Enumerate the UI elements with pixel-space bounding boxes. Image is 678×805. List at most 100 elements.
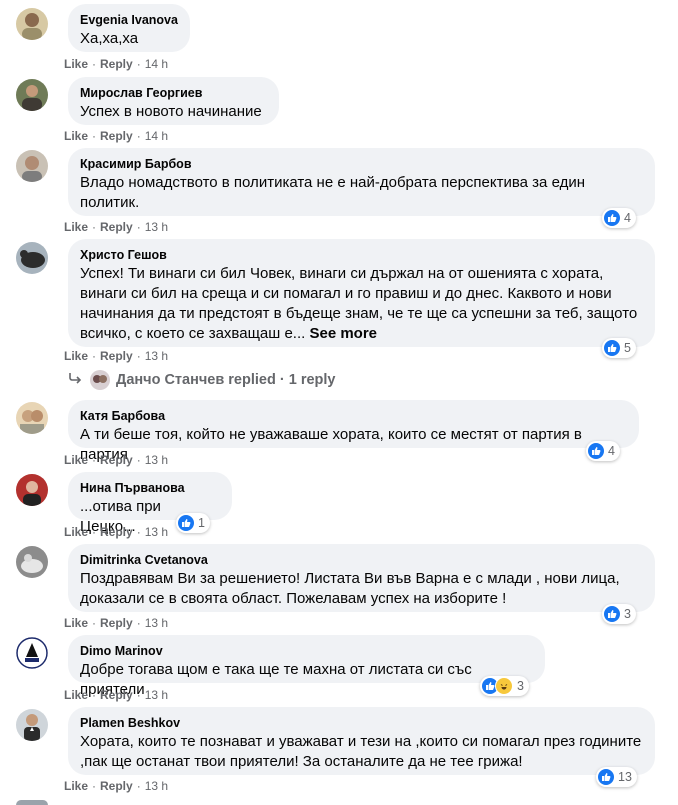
like-button[interactable]: Like [64, 616, 88, 630]
comment-actions: Like · Reply · 13 h [64, 453, 168, 467]
reply-verb: replied [228, 372, 276, 388]
reply-button[interactable]: Reply [100, 453, 133, 467]
comment-text: Хората, които те познават и уважават и т… [80, 733, 642, 770]
reply-button[interactable]: Reply [100, 688, 133, 702]
avatar[interactable] [16, 546, 48, 578]
reaction-summary[interactable]: 5 [602, 338, 636, 358]
comment-text: Поздравявам Ви за решението! Листата Ви … [80, 570, 620, 607]
avatar[interactable] [16, 637, 48, 669]
like-button[interactable]: Like [64, 220, 88, 234]
separator: · [92, 688, 97, 702]
separator: · [92, 129, 97, 143]
comment-author[interactable]: Plamen Beshkov [80, 715, 643, 731]
like-button[interactable]: Like [64, 453, 88, 467]
like-reaction-icon [604, 210, 620, 226]
avatar[interactable] [16, 800, 48, 805]
reply-button[interactable]: Reply [100, 220, 133, 234]
comment: Христо Гешов Успех! Ти винаги си бил Чов… [16, 239, 666, 358]
avatar[interactable] [16, 709, 48, 741]
view-replies-link[interactable]: Данчо Станчев replied · 1 reply [68, 369, 335, 391]
comment-bubble: Красимир Барбов Владо номадството в поли… [68, 148, 655, 216]
comment-actions: Like · Reply · 13 h [64, 525, 168, 539]
avatar[interactable] [16, 242, 48, 274]
comment-bubble: Катя Барбова А ти беше тоя, който не ува… [68, 400, 639, 463]
avatar[interactable] [16, 79, 48, 111]
comment-author[interactable]: Христо Гешов [80, 247, 643, 263]
separator: · [136, 129, 141, 143]
comment: Красимир Барбов Владо номадството в поли… [16, 148, 666, 228]
like-button[interactable]: Like [64, 129, 88, 143]
reaction-summary[interactable]: 4 [602, 208, 636, 228]
reply-button[interactable]: Reply [100, 349, 133, 363]
comment-actions: Like · Reply · 13 h [64, 616, 168, 630]
see-more-link[interactable]: See more [309, 325, 377, 342]
like-button[interactable]: Like [64, 349, 88, 363]
comment-bubble: Христо Гешов Успех! Ти винаги си бил Чов… [68, 239, 655, 347]
reaction-summary[interactable]: 4 [586, 441, 620, 461]
reaction-count: 13 [618, 770, 632, 784]
timestamp[interactable]: 13 h [145, 220, 168, 234]
reply-count: 1 reply [288, 372, 336, 388]
comment: Нина Първанова ...отива при Цецко... 1 [16, 472, 666, 535]
separator: · [136, 688, 141, 702]
reply-button[interactable]: Reply [100, 129, 133, 143]
comment-actions: Like · Reply · 14 h [64, 129, 168, 143]
timestamp[interactable]: 13 h [145, 779, 168, 793]
timestamp[interactable]: 13 h [145, 453, 168, 467]
reaction-count: 4 [608, 444, 615, 458]
separator: · [136, 349, 141, 363]
reply-button[interactable]: Reply [100, 616, 133, 630]
comment-actions: Like · Reply · 14 h [64, 57, 168, 71]
comment: Dimitrinka Cvetanova Поздравявам Ви за р… [16, 544, 666, 624]
timestamp[interactable]: 13 h [145, 688, 168, 702]
reaction-count: 1 [198, 516, 205, 530]
comment-author[interactable]: Мирослав Георгиев [80, 85, 267, 101]
avatar [90, 370, 110, 390]
like-button[interactable]: Like [64, 525, 88, 539]
reaction-summary[interactable]: 1 [176, 513, 210, 533]
avatar[interactable] [16, 8, 48, 40]
separator: · [136, 453, 141, 467]
comment-author[interactable]: Нина Първанова [80, 480, 220, 496]
reaction-summary[interactable]: 13 [596, 767, 637, 787]
comment-bubble: Plamen Beshkov Хората, които те познават… [68, 707, 655, 775]
separator: · [92, 616, 97, 630]
timestamp[interactable]: 14 h [145, 129, 168, 143]
comment-actions: Like · Reply · 13 h [64, 688, 168, 702]
comment-text: Владо номадството в политиката не е най-… [80, 174, 585, 211]
comment-author[interactable]: Evgenia Ivanova [80, 12, 178, 28]
comment-author[interactable]: Dimo Marinov [80, 643, 533, 659]
comment-author[interactable]: Красимир Барбов [80, 156, 643, 172]
avatar[interactable] [16, 474, 48, 506]
like-reaction-icon [598, 769, 614, 785]
avatar[interactable] [16, 402, 48, 434]
reaction-summary[interactable]: 3 [480, 676, 529, 696]
separator: · [136, 220, 141, 234]
separator: · [136, 525, 141, 539]
comment-bubble: Dimitrinka Cvetanova Поздравявам Ви за р… [68, 544, 655, 612]
separator: · [136, 616, 141, 630]
like-button[interactable]: Like [64, 779, 88, 793]
reaction-summary[interactable]: 3 [602, 604, 636, 624]
reply-arrow-icon [68, 372, 82, 388]
comment-text: Ха,ха,ха [80, 30, 139, 47]
avatar[interactable] [16, 150, 48, 182]
separator: · [136, 779, 141, 793]
timestamp[interactable]: 13 h [145, 525, 168, 539]
timestamp[interactable]: 13 h [145, 616, 168, 630]
reply-button[interactable]: Reply [100, 779, 133, 793]
comment-author[interactable]: Катя Барбова [80, 408, 627, 424]
like-button[interactable]: Like [64, 57, 88, 71]
like-button[interactable]: Like [64, 688, 88, 702]
haha-reaction-icon [495, 677, 513, 695]
comment-bubble: Мирослав Георгиев Успех в новото начинан… [68, 77, 279, 125]
comment: Мирослав Георгиев Успех в новото начинан… [16, 77, 666, 127]
separator: · [92, 779, 97, 793]
timestamp[interactable]: 14 h [145, 57, 168, 71]
timestamp[interactable]: 13 h [145, 349, 168, 363]
reply-button[interactable]: Reply [100, 525, 133, 539]
separator: · [136, 57, 141, 71]
comment-author[interactable]: Dimitrinka Cvetanova [80, 552, 643, 568]
comment: Катя Барбова А ти беше тоя, който не ува… [16, 400, 666, 463]
reply-button[interactable]: Reply [100, 57, 133, 71]
